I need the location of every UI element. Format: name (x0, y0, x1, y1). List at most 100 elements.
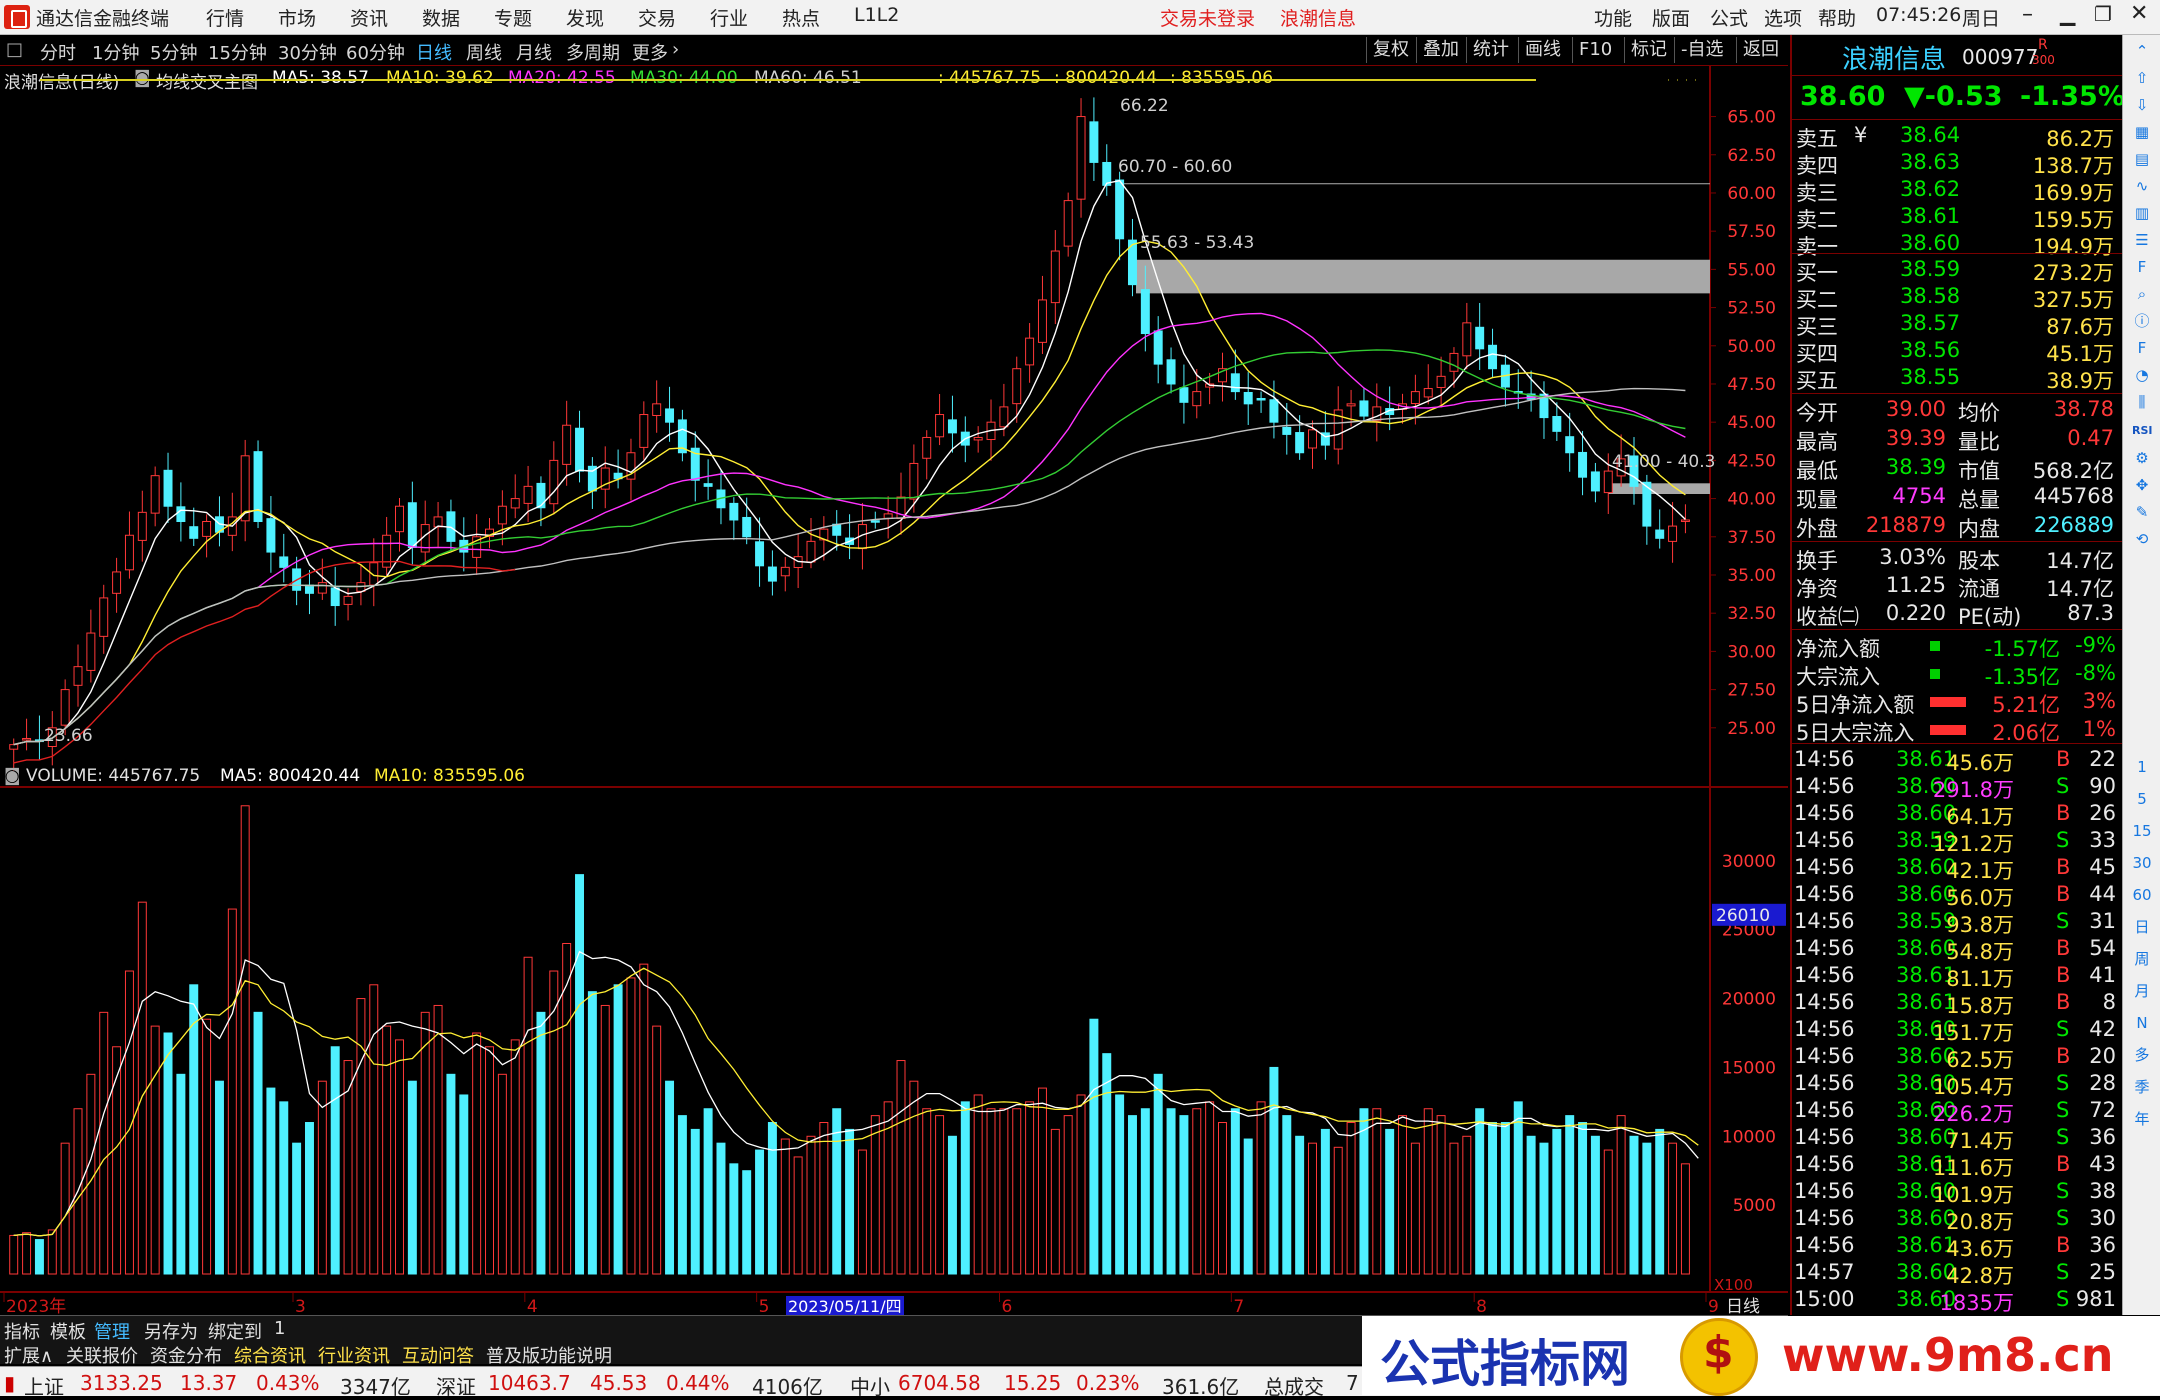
close-icon[interactable]: ✕ (2130, 1, 2148, 26)
period-shortcut[interactable]: 1 (2132, 757, 2152, 777)
pie-icon[interactable]: ◔ (2132, 365, 2152, 385)
tick-side: B (2056, 1152, 2071, 1176)
period-shortcut[interactable]: 季 (2132, 1077, 2152, 1097)
candlestick (202, 514, 212, 558)
minimize-window-icon[interactable]: ▁ (2060, 2, 2075, 26)
index-label[interactable]: 上证 (24, 1371, 64, 1400)
menu-item[interactable]: 专题 (494, 4, 532, 31)
pen-icon[interactable]: ✎ (2132, 502, 2152, 522)
index-label[interactable]: 深证 (436, 1371, 476, 1400)
menu-item[interactable]: 发现 (566, 4, 604, 31)
settings-icon[interactable]: ⚙ (2132, 448, 2152, 468)
tab-industry-news[interactable]: 行业资讯 (318, 1342, 390, 1368)
trade-status[interactable]: 交易未登录 (1160, 4, 1255, 31)
candlestick (1025, 323, 1035, 383)
zoom-icon[interactable]: ⌕ (2132, 284, 2152, 304)
toolbar-button[interactable]: 标记 (1624, 37, 1673, 63)
period-tab[interactable]: 30分钟 (278, 39, 337, 65)
grid-icon[interactable]: ▦ (2132, 122, 2152, 142)
volume-bar (99, 1011, 109, 1275)
line-chart-icon[interactable]: ∿ (2132, 176, 2152, 196)
stat-label: 外盘 (1796, 517, 1838, 541)
period-tab-more[interactable]: 更多 (632, 39, 668, 65)
f10-icon[interactable]: F (2132, 257, 2152, 277)
menu-item[interactable]: 帮助 (1818, 4, 1856, 31)
period-shortcut[interactable]: 5 (2132, 789, 2152, 809)
tick-side: S (2056, 828, 2070, 852)
toolbar-button[interactable]: 返回 (1736, 37, 1785, 63)
f2-icon[interactable]: Ϝ (2132, 338, 2152, 358)
volume-bar (909, 1080, 919, 1275)
menu-item[interactable]: 市场 (278, 4, 316, 31)
index-amount: 4106亿 (752, 1375, 823, 1399)
doc-icon[interactable]: ☰ (2132, 230, 2152, 250)
menu-item[interactable]: 版面 (1652, 4, 1690, 31)
menu-item[interactable]: 交易 (638, 4, 676, 31)
toolbar-button[interactable]: 画线 (1518, 37, 1567, 63)
period-shortcut[interactable]: 30 (2132, 853, 2152, 873)
tab-expand[interactable]: 扩展∧ (4, 1342, 53, 1368)
gear-icon[interactable]: ◙ (4, 766, 21, 786)
candlestick (304, 569, 314, 615)
period-shortcut[interactable]: 日 (2132, 917, 2152, 937)
toolbar-button[interactable]: -自选 (1674, 37, 1730, 63)
arrow-down-icon[interactable]: ⇩ (2132, 95, 2152, 115)
period-tab[interactable]: 分时 (40, 39, 76, 65)
period-tab[interactable]: 60分钟 (346, 39, 405, 65)
period-tab[interactable]: 多周期 (566, 39, 620, 65)
tab-number[interactable]: 1 (274, 1318, 285, 1339)
period-shortcut[interactable]: 15 (2132, 821, 2152, 841)
menu-item[interactable]: 行情 (206, 4, 244, 31)
restore-icon[interactable]: ❐ (2094, 2, 2112, 26)
toolbar-button[interactable]: 统计 (1466, 37, 1515, 63)
menu-item[interactable]: 选项 (1764, 4, 1802, 31)
flow-bar (1930, 641, 1940, 651)
table-icon[interactable]: ▤ (2132, 149, 2152, 169)
index-label[interactable]: 中小 (850, 1371, 890, 1400)
arrow-up-icon[interactable]: ⇧ (2132, 68, 2152, 88)
menu-item[interactable]: 行业 (710, 4, 748, 31)
tab-news[interactable]: 综合资讯 (234, 1342, 306, 1368)
volume-bar (1050, 1128, 1060, 1275)
menu-item[interactable]: 公式 (1710, 4, 1748, 31)
tick-volume: 121.2万 (1932, 832, 2014, 856)
bar-chart-icon[interactable]: ▥ (2132, 203, 2152, 223)
volume-bar (1565, 1115, 1575, 1275)
period-tab[interactable]: 月线 (516, 39, 552, 65)
period-shortcut[interactable]: 周 (2132, 949, 2152, 969)
info-icon[interactable]: ⓘ (2132, 311, 2152, 331)
toolbar-button[interactable]: F10 (1572, 37, 1618, 63)
menu-item[interactable]: 热点 (782, 4, 820, 31)
period-tab[interactable]: 1分钟 (92, 39, 139, 65)
period-tab[interactable]: 15分钟 (208, 39, 267, 65)
period-shortcut[interactable]: N (2132, 1013, 2152, 1033)
menu-item[interactable]: 资讯 (350, 4, 388, 31)
period-shortcut[interactable]: 年 (2132, 1109, 2152, 1129)
chart-area[interactable]: 65.00 62.50 60.00 57.50 55.00 52.50 50.00 47.50… (0, 66, 1788, 1315)
chevron-up-icon[interactable]: ⌃ (2132, 41, 2152, 61)
tab-qa[interactable]: 互动问答 (402, 1342, 474, 1368)
chevron-right-icon[interactable]: › (672, 39, 679, 60)
volume-bar (279, 1101, 289, 1275)
volume-axis-label: 5000 (1733, 1196, 1776, 1216)
toolbar-button[interactable]: 叠加 (1416, 37, 1465, 63)
period-tab[interactable]: 5分钟 (150, 39, 197, 65)
expand-icon[interactable]: □ (6, 39, 23, 60)
menu-item[interactable]: L1L2 (854, 4, 899, 26)
move-icon[interactable]: ✥ (2132, 475, 2152, 495)
refresh-icon[interactable]: ⟲ (2132, 529, 2152, 549)
tab-fund-distribution[interactable]: 资金分布 (150, 1342, 222, 1368)
period-tab-selected[interactable]: 日线 (416, 39, 452, 65)
candle-icon[interactable]: ⫼ (2132, 392, 2152, 412)
rsi-icon[interactable]: RSI (2132, 421, 2153, 441)
minimize-icon[interactable]: – (2022, 2, 2033, 27)
menu-item[interactable]: 数据 (422, 4, 460, 31)
menu-item[interactable]: 功能 (1594, 4, 1632, 31)
period-shortcut[interactable]: 月 (2132, 981, 2152, 1001)
period-tab[interactable]: 周线 (466, 39, 502, 65)
period-shortcut[interactable]: 多 (2132, 1045, 2152, 1065)
tab-related-quotes[interactable]: 关联报价 (66, 1342, 138, 1368)
period-shortcut[interactable]: 60 (2132, 885, 2152, 905)
tab-help[interactable]: 普及版功能说明 (486, 1342, 612, 1368)
toolbar-button[interactable]: 复权 (1366, 37, 1415, 63)
